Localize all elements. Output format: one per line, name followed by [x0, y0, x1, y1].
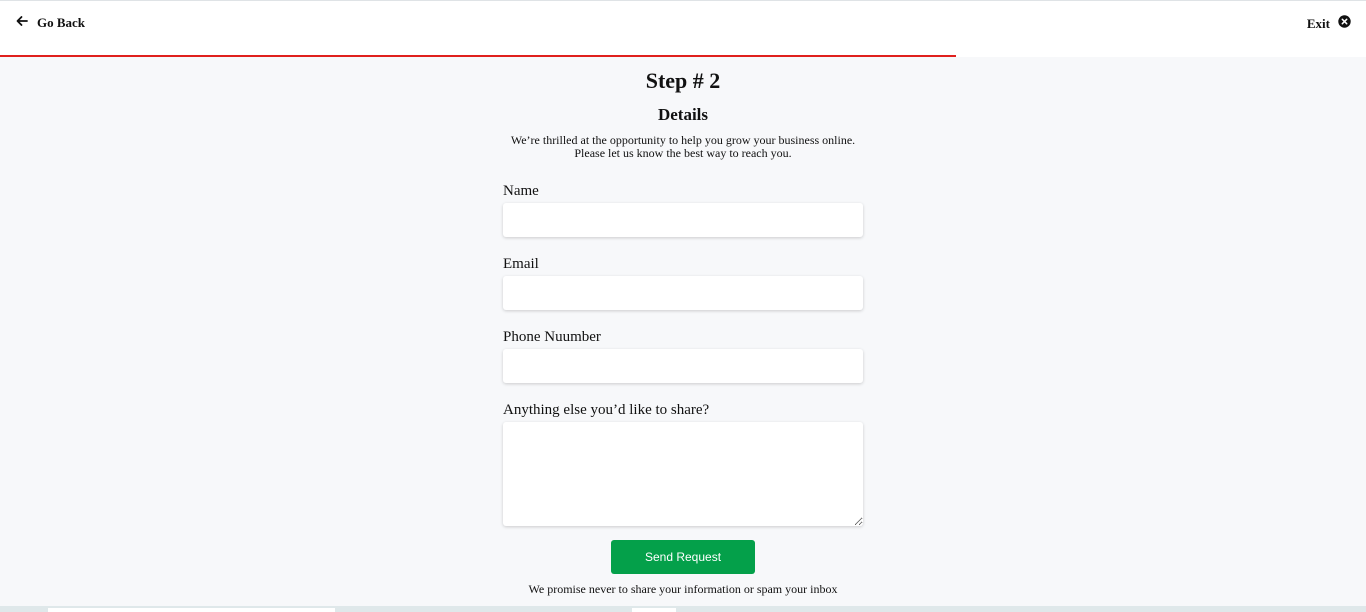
email-label: Email: [503, 256, 539, 272]
email-input[interactable]: [503, 276, 863, 310]
arrow-left-icon: [16, 15, 28, 31]
phone-label: Phone Nuumber: [503, 329, 601, 345]
bottom-strip-segment: [48, 608, 335, 612]
intro-text: We’re thrilled at the opportunity to hel…: [503, 134, 863, 160]
privacy-promise-text: We promise never to share your informati…: [528, 582, 838, 596]
section-title: Details: [657, 105, 709, 124]
send-request-button[interactable]: Send Request: [611, 540, 755, 574]
exit-label: Exit: [1306, 15, 1330, 31]
message-textarea[interactable]: [503, 422, 863, 526]
bottom-strip: [0, 606, 1366, 612]
close-circle-icon: [1338, 15, 1351, 32]
contact-form: Name Email Phone Nuumber Anything else y…: [503, 183, 863, 596]
message-label: Anything else you’d like to share?: [503, 402, 710, 418]
name-label: Name: [503, 183, 539, 199]
bottom-strip-segment: [632, 608, 676, 612]
step-title: Step # 2: [645, 68, 721, 93]
exit-button[interactable]: Exit: [1307, 15, 1351, 32]
phone-input[interactable]: [503, 349, 863, 383]
go-back-label: Go Back: [37, 15, 86, 30]
go-back-button[interactable]: Go Back: [16, 15, 85, 31]
intro-line-2: Please let us know the best way to reach…: [574, 146, 792, 160]
main-content: Step # 2 Details We’re thrilled at the o…: [0, 57, 1366, 596]
top-bar: Go Back Exit: [0, 0, 1366, 57]
name-input[interactable]: [503, 203, 863, 237]
